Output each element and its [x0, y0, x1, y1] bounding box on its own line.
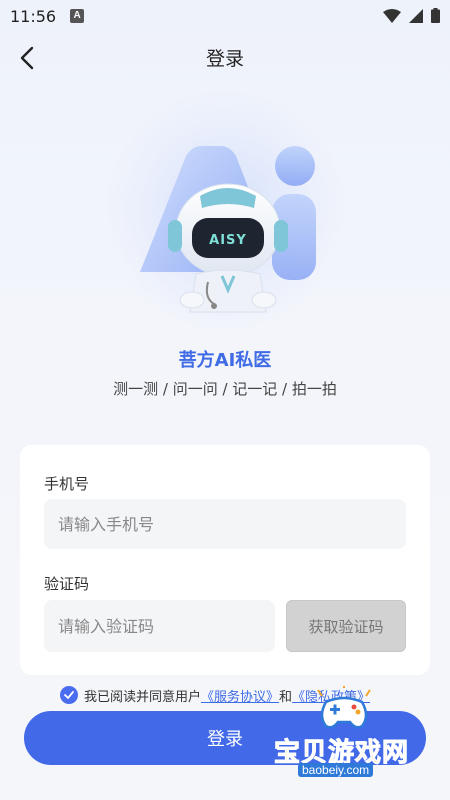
hero-illustration: AISY: [0, 90, 450, 340]
verification-code-input[interactable]: [44, 600, 275, 652]
wifi-icon: [383, 8, 401, 23]
status-bar: 11:56 A: [0, 0, 450, 32]
brand-name: 菩方AI私医: [178, 350, 272, 371]
check-icon: [64, 691, 74, 699]
robot-badge-text: AISY: [209, 233, 247, 248]
battery-icon: [431, 8, 440, 23]
nav-bar: 登录: [0, 34, 450, 80]
agreement-checkbox[interactable]: [60, 686, 78, 704]
watermark: 宝贝游戏网 baobeiy.com: [262, 686, 432, 784]
status-time: 11:56: [10, 6, 57, 26]
notification-icon: A: [70, 9, 85, 23]
brand-slogan: 测一测 / 问一问 / 记一记 / 拍一拍: [113, 380, 337, 398]
get-code-button[interactable]: 获取验证码: [286, 600, 406, 652]
page-title: 登录: [205, 48, 244, 70]
signal-icon: [409, 8, 423, 23]
watermark-url: baobeiy.com: [298, 763, 374, 777]
phone-input[interactable]: [44, 499, 406, 549]
ai-robot-logo: AISY: [140, 146, 316, 313]
code-label: 验证码: [44, 575, 90, 593]
login-form-card: 手机号 验证码 获取验证码: [20, 445, 430, 675]
phone-label: 手机号: [44, 475, 90, 493]
agreement-prefix: 我已阅读并同意用户: [84, 689, 202, 705]
gamepad-icon: [317, 686, 371, 729]
status-icons: [383, 8, 440, 23]
